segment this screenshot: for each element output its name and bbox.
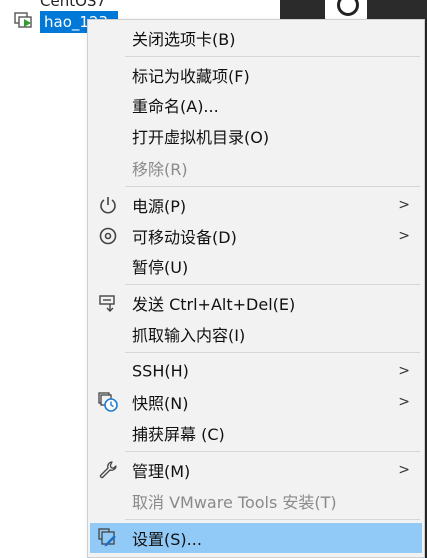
menu-item-label: 发送 Ctrl+Alt+Del(E) [132,295,296,314]
menu-item-grab-input[interactable]: 抓取输入内容(I) [90,319,422,349]
menu-item-label: 暂停(U) [132,258,189,277]
menu-separator [125,186,420,187]
menu-item-label: 设置(S)... [132,530,202,549]
menu-item-pause[interactable]: 暂停(U) [90,251,422,281]
menu-item-label: 标记为收藏项(F) [132,67,250,86]
menu-item-capture-screen[interactable]: 捕获屏幕 (C) [90,418,422,448]
power-icon [98,195,118,215]
vm-running-icon [14,12,36,32]
menu-item-rename[interactable]: 重命名(A)... [90,90,422,120]
menu-item-label: 电源(P) [132,197,187,216]
keyboard-send-icon [98,293,118,313]
menu-item-label: 捕获屏幕 (C) [132,425,225,444]
menu-separator [125,284,420,285]
menu-item-label: 移除(R) [132,160,188,179]
settings-edit-icon [98,528,118,548]
menu-item-label: 关闭选项卡(B) [132,30,236,49]
menu-item-settings[interactable]: 设置(S)... [90,523,422,553]
submenu-arrow-icon: > [398,363,410,379]
menu-separator [125,451,420,452]
menu-separator [125,519,420,520]
submenu-arrow-icon: > [398,228,410,244]
disc-icon [98,226,118,246]
menu-separator [125,352,420,353]
menu-item-label: SSH(H) [132,361,189,381]
menu-item-remove[interactable]: 移除(R) [90,153,422,183]
submenu-arrow-icon: > [398,462,410,478]
menu-item-send-ctrl-alt-del[interactable]: 发送 Ctrl+Alt+Del(E) [90,288,422,318]
wrench-icon [98,460,118,480]
menu-item-manage[interactable]: 管理(M) > [90,455,422,485]
menu-item-label: 可移动设备(D) [132,228,237,247]
menu-item-label: 打开虚拟机目录(O) [132,128,270,147]
menu-item-cancel-vmware-tools[interactable]: 取消 VMware Tools 安装(T) [90,486,422,516]
menu-item-favorite[interactable]: 标记为收藏项(F) [90,60,422,90]
menu-item-label: 快照(N) [132,394,189,413]
context-menu: 关闭选项卡(B) 标记为收藏项(F) 重命名(A)... 打开虚拟机目录(O) … [87,19,425,558]
tree-item-centos[interactable]: CentOS7 [40,0,106,10]
menu-item-ssh[interactable]: SSH(H) > [90,356,422,386]
menu-item-snapshot[interactable]: 快照(N) > [90,387,422,417]
snapshot-clock-icon [98,392,118,412]
menu-item-removable-devices[interactable]: 可移动设备(D) > [90,221,422,251]
submenu-arrow-icon: > [398,394,410,410]
menu-item-label: 管理(M) [132,462,191,481]
power-ring-icon [337,0,359,16]
menu-item-close-tab[interactable]: 关闭选项卡(B) [90,23,422,53]
menu-item-label: 抓取输入内容(I) [132,326,246,345]
menu-separator [125,56,420,57]
submenu-arrow-icon: > [398,197,410,213]
menu-item-label: 取消 VMware Tools 安装(T) [132,493,337,512]
menu-item-open-directory[interactable]: 打开虚拟机目录(O) [90,121,422,151]
menu-item-label: 重命名(A)... [132,97,219,116]
menu-item-power[interactable]: 电源(P) > [90,190,422,220]
